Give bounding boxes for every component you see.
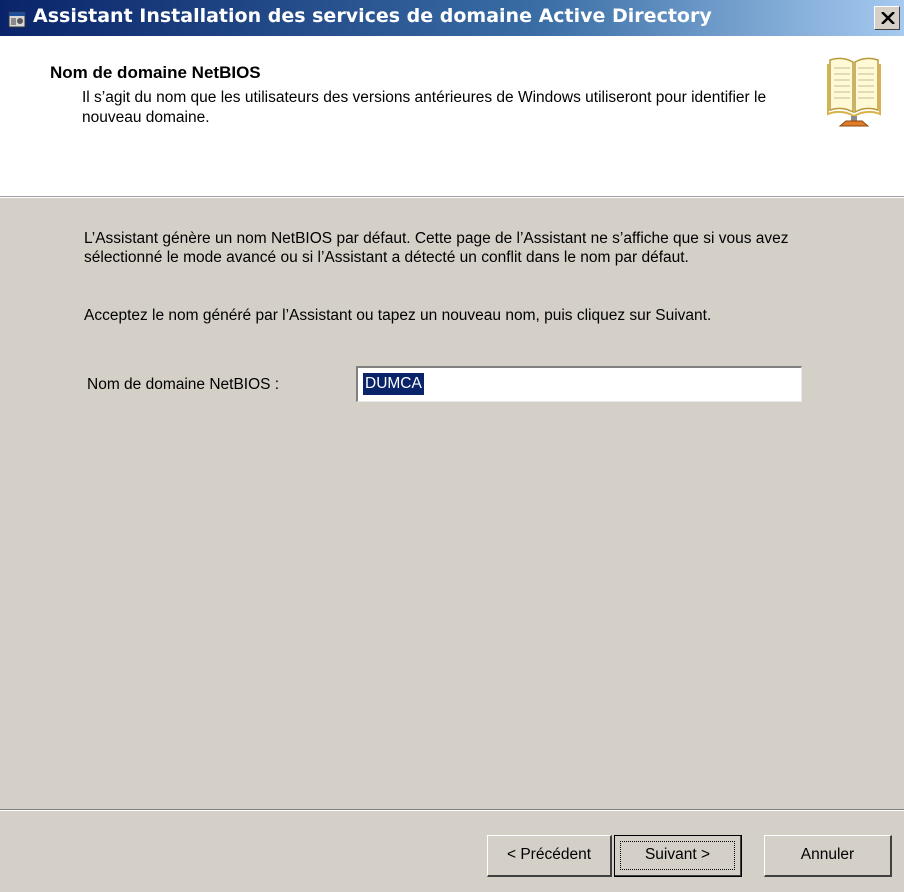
cancel-button[interactable]: Annuler bbox=[764, 835, 892, 877]
header-divider-highlight bbox=[0, 197, 904, 198]
previous-button[interactable]: < Précédent bbox=[487, 835, 612, 877]
title-bar[interactable]: Assistant Installation des services de d… bbox=[0, 0, 904, 36]
page-subtitle: Il s’agit du nom que les utilisateurs de… bbox=[82, 89, 767, 126]
window-title: Assistant Installation des services de d… bbox=[33, 5, 712, 27]
wizard-header: Nom de domaine NetBIOS Il s’agit du nom … bbox=[0, 36, 904, 196]
book-icon bbox=[826, 54, 882, 130]
netbios-name-input[interactable]: DUMCA bbox=[356, 366, 802, 402]
wizard-window: Assistant Installation des services de d… bbox=[0, 0, 904, 892]
footer-divider-highlight bbox=[0, 810, 904, 811]
netbios-label: Nom de domaine NetBIOS : bbox=[87, 376, 280, 393]
wizard-app-icon bbox=[8, 9, 26, 28]
intro-paragraph: L’Assistant génère un nom NetBIOS par dé… bbox=[84, 230, 789, 266]
next-button[interactable]: Suivant > bbox=[614, 835, 742, 877]
close-icon bbox=[881, 12, 895, 24]
focus-rectangle bbox=[620, 841, 735, 870]
netbios-name-value[interactable]: DUMCA bbox=[363, 373, 424, 395]
close-button[interactable] bbox=[874, 6, 900, 30]
instruction-paragraph: Acceptez le nom généré par l’Assistant o… bbox=[84, 307, 712, 324]
page-heading: Nom de domaine NetBIOS bbox=[50, 63, 261, 82]
